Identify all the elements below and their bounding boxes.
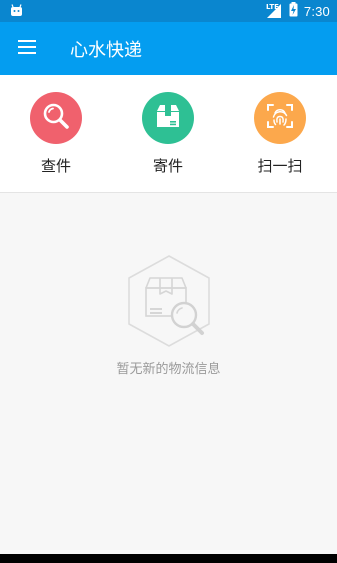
scan-icon-circle — [254, 92, 306, 144]
network-type-label: LTE — [266, 3, 279, 11]
scan-button[interactable]: 扫一扫 — [235, 92, 325, 184]
track-package-button[interactable]: 查件 — [11, 92, 101, 184]
send-package-button[interactable]: 寄件 — [123, 92, 213, 184]
bottom-edge — [0, 554, 337, 563]
android-notification-icon — [10, 2, 23, 21]
send-package-label: 寄件 — [152, 157, 183, 175]
empty-state-message: 暂无新的物流信息 — [116, 362, 221, 377]
fingerprint-scan-icon — [264, 100, 296, 136]
menu-button[interactable] — [5, 27, 49, 71]
send-package-icon-circle — [142, 92, 194, 144]
app-bar: 心水快递 — [0, 22, 337, 75]
app-title: 心水快递 — [70, 39, 142, 61]
hamburger-menu-icon — [18, 39, 36, 58]
scan-label: 扫一扫 — [257, 157, 303, 175]
search-icon — [41, 101, 71, 135]
track-package-label: 查件 — [40, 157, 71, 175]
quick-actions: 查件 寄件 扫一扫 — [0, 75, 337, 193]
package-search-icon — [124, 254, 214, 354]
status-bar: LTE 7:30 — [0, 0, 337, 22]
package-icon — [153, 101, 183, 135]
clock: 7:30 — [303, 3, 330, 19]
battery-icon — [289, 1, 298, 21]
track-package-icon-circle — [30, 92, 82, 144]
empty-state: 暂无新的物流信息 — [0, 194, 337, 554]
